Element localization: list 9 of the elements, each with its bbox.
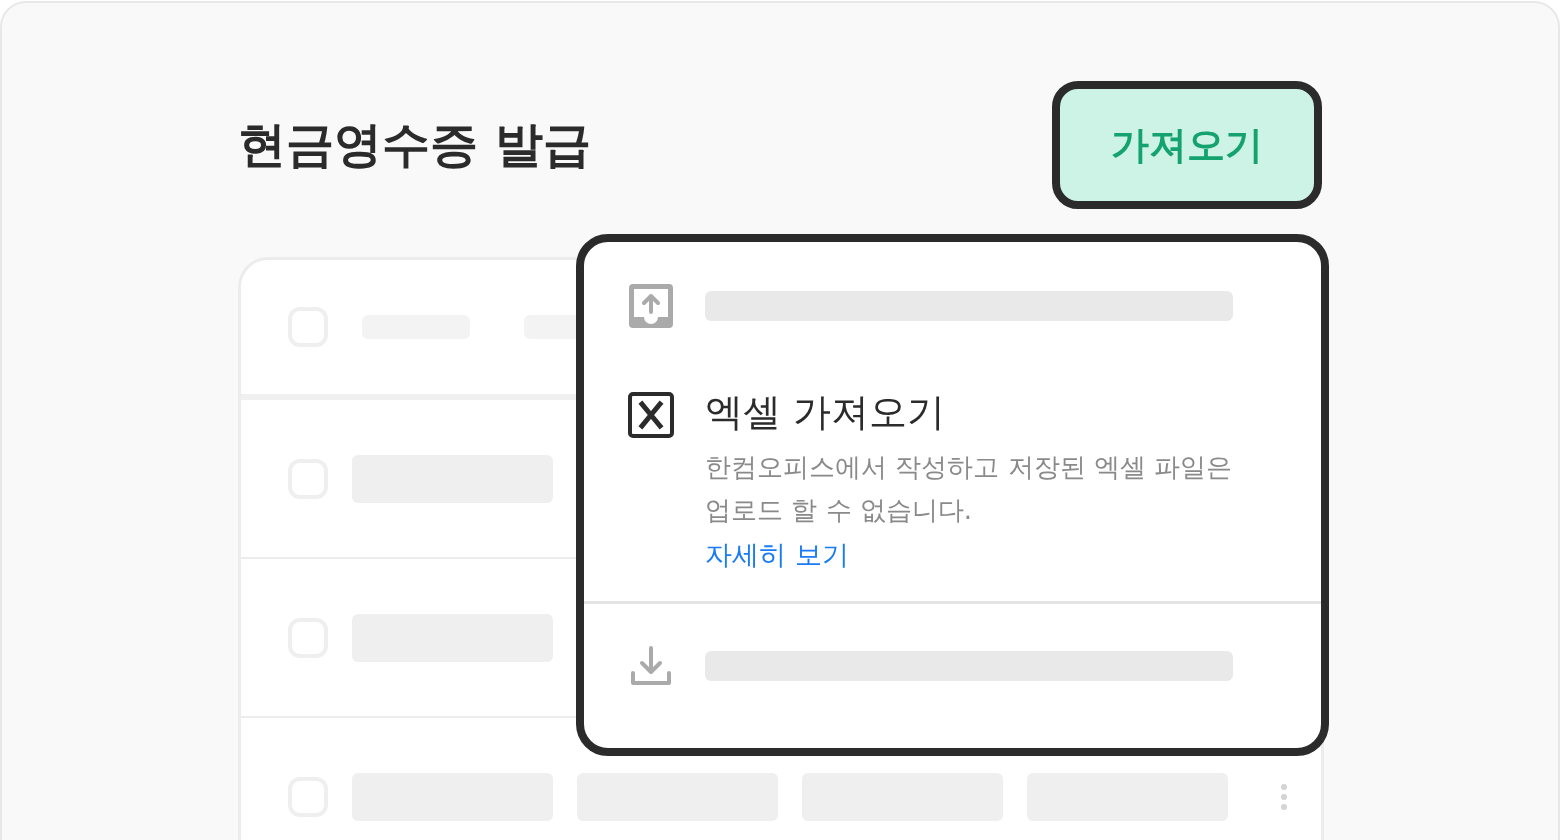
description-text: 한컴오피스에서 작성하고 저장된 엑셀 파일은 업로드 할 수 없습니다. xyxy=(705,451,1234,527)
learn-more-link[interactable]: 자세히 보기 xyxy=(705,532,849,578)
upload-icon xyxy=(628,283,674,329)
excel-icon xyxy=(628,392,674,438)
page-title: 현금영수증 발급 xyxy=(238,115,591,174)
download-icon xyxy=(630,645,672,687)
more-icon[interactable] xyxy=(1280,782,1288,811)
menu-item[interactable]: 엑셀 가져오기 xyxy=(705,380,946,444)
import-button[interactable]: 가져오기 xyxy=(1052,81,1322,209)
